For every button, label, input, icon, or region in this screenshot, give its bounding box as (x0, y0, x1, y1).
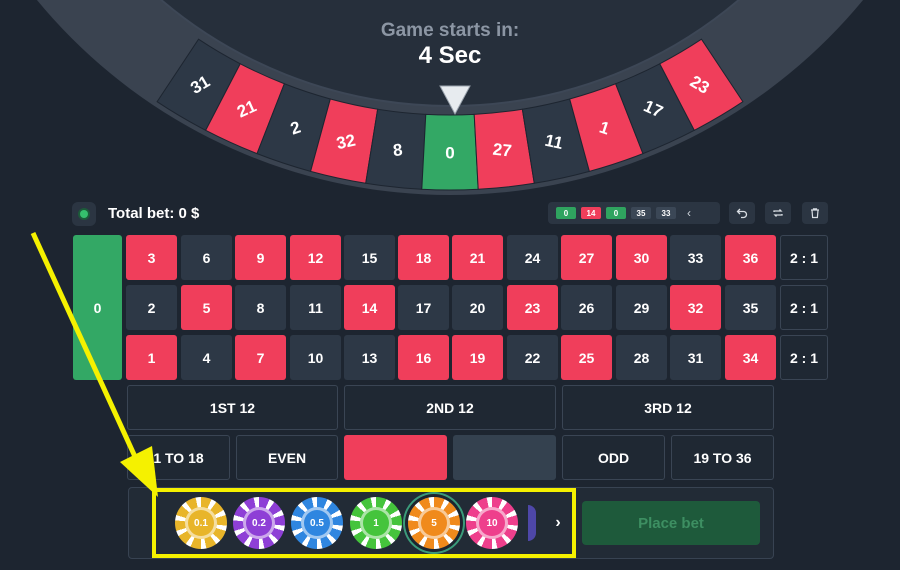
undo-button[interactable] (729, 202, 755, 224)
repeat-icon (773, 209, 783, 217)
column-bet-bottom[interactable]: 2 : 1 (780, 335, 828, 380)
bet-black[interactable] (453, 435, 556, 480)
bet-number[interactable]: 21 (452, 235, 503, 280)
bet-number[interactable]: 14 (344, 285, 395, 330)
bet-number[interactable]: 2 (126, 285, 177, 330)
bet-number[interactable]: 24 (507, 235, 558, 280)
bet-even[interactable]: EVEN (236, 435, 338, 480)
bet-number[interactable]: 19 (452, 335, 503, 380)
bet-zero[interactable]: 0 (73, 235, 122, 380)
history-result: 0 (606, 207, 626, 219)
undo-icon (736, 208, 748, 219)
wheel-pocket-number: 0 (445, 144, 454, 163)
place-bet-button[interactable]: Place bet (582, 501, 760, 545)
wheel-pocket-number: 8 (392, 140, 403, 160)
bet-red[interactable] (344, 435, 447, 480)
bet-number[interactable]: 23 (507, 285, 558, 330)
bet-number[interactable]: 20 (452, 285, 503, 330)
bet-number[interactable]: 17 (398, 285, 449, 330)
history-expand-icon[interactable]: ‹ (683, 206, 695, 220)
wheel-pocket-number: 32 (335, 131, 358, 154)
bet-number[interactable]: 7 (235, 335, 286, 380)
bet-number[interactable]: 35 (725, 285, 776, 330)
bet-number[interactable]: 4 (181, 335, 232, 380)
bet-number[interactable]: 28 (616, 335, 667, 380)
bet-number[interactable]: 34 (725, 335, 776, 380)
bet-number[interactable]: 12 (290, 235, 341, 280)
bet-odd[interactable]: ODD (562, 435, 665, 480)
column-bet-middle[interactable]: 2 : 1 (780, 285, 828, 330)
status-indicator (72, 202, 96, 226)
bet-number[interactable]: 9 (235, 235, 286, 280)
bet-number[interactable]: 30 (616, 235, 667, 280)
total-bet-label: Total bet: 0 $ (108, 205, 200, 222)
recent-results: 0 14 0 35 33 ‹ (548, 202, 720, 224)
bet-number[interactable]: 13 (344, 335, 395, 380)
history-result: 35 (631, 207, 651, 219)
bet-number[interactable]: 36 (725, 235, 776, 280)
bet-number[interactable]: 15 (344, 235, 395, 280)
repeat-bet-button[interactable] (765, 202, 791, 224)
bet-number[interactable]: 6 (181, 235, 232, 280)
countdown-label: Game starts in: (380, 20, 520, 41)
countdown-value: 4 Sec (418, 42, 482, 69)
bet-1st-12[interactable]: 1ST 12 (127, 385, 338, 430)
bet-number[interactable]: 25 (561, 335, 612, 380)
history-result: 14 (581, 207, 601, 219)
trash-icon (811, 208, 819, 219)
history-result: 33 (656, 207, 676, 219)
bet-3rd-12[interactable]: 3RD 12 (562, 385, 774, 430)
bet-number[interactable]: 22 (507, 335, 558, 380)
bet-number[interactable]: 18 (398, 235, 449, 280)
bet-number[interactable]: 3 (126, 235, 177, 280)
bet-number[interactable]: 1 (126, 335, 177, 380)
bet-number[interactable]: 31 (670, 335, 721, 380)
chip-highlight-annotation (152, 488, 576, 558)
bet-number[interactable]: 32 (670, 285, 721, 330)
clear-bets-button[interactable] (802, 202, 828, 224)
column-bet-top[interactable]: 2 : 1 (780, 235, 828, 280)
bet-number[interactable]: 5 (181, 285, 232, 330)
bet-1-to-18[interactable]: 1 TO 18 (127, 435, 230, 480)
bet-number[interactable]: 16 (398, 335, 449, 380)
bet-number[interactable]: 11 (290, 285, 341, 330)
bet-2nd-12[interactable]: 2ND 12 (344, 385, 556, 430)
bet-number[interactable]: 10 (290, 335, 341, 380)
bet-number[interactable]: 27 (561, 235, 612, 280)
history-result: 0 (556, 207, 576, 219)
bet-number[interactable]: 33 (670, 235, 721, 280)
bet-number[interactable]: 8 (235, 285, 286, 330)
bet-number[interactable]: 29 (616, 285, 667, 330)
bet-number[interactable]: 26 (561, 285, 612, 330)
wheel-pocket-number: 27 (492, 140, 513, 161)
bet-19-to-36[interactable]: 19 TO 36 (671, 435, 774, 480)
